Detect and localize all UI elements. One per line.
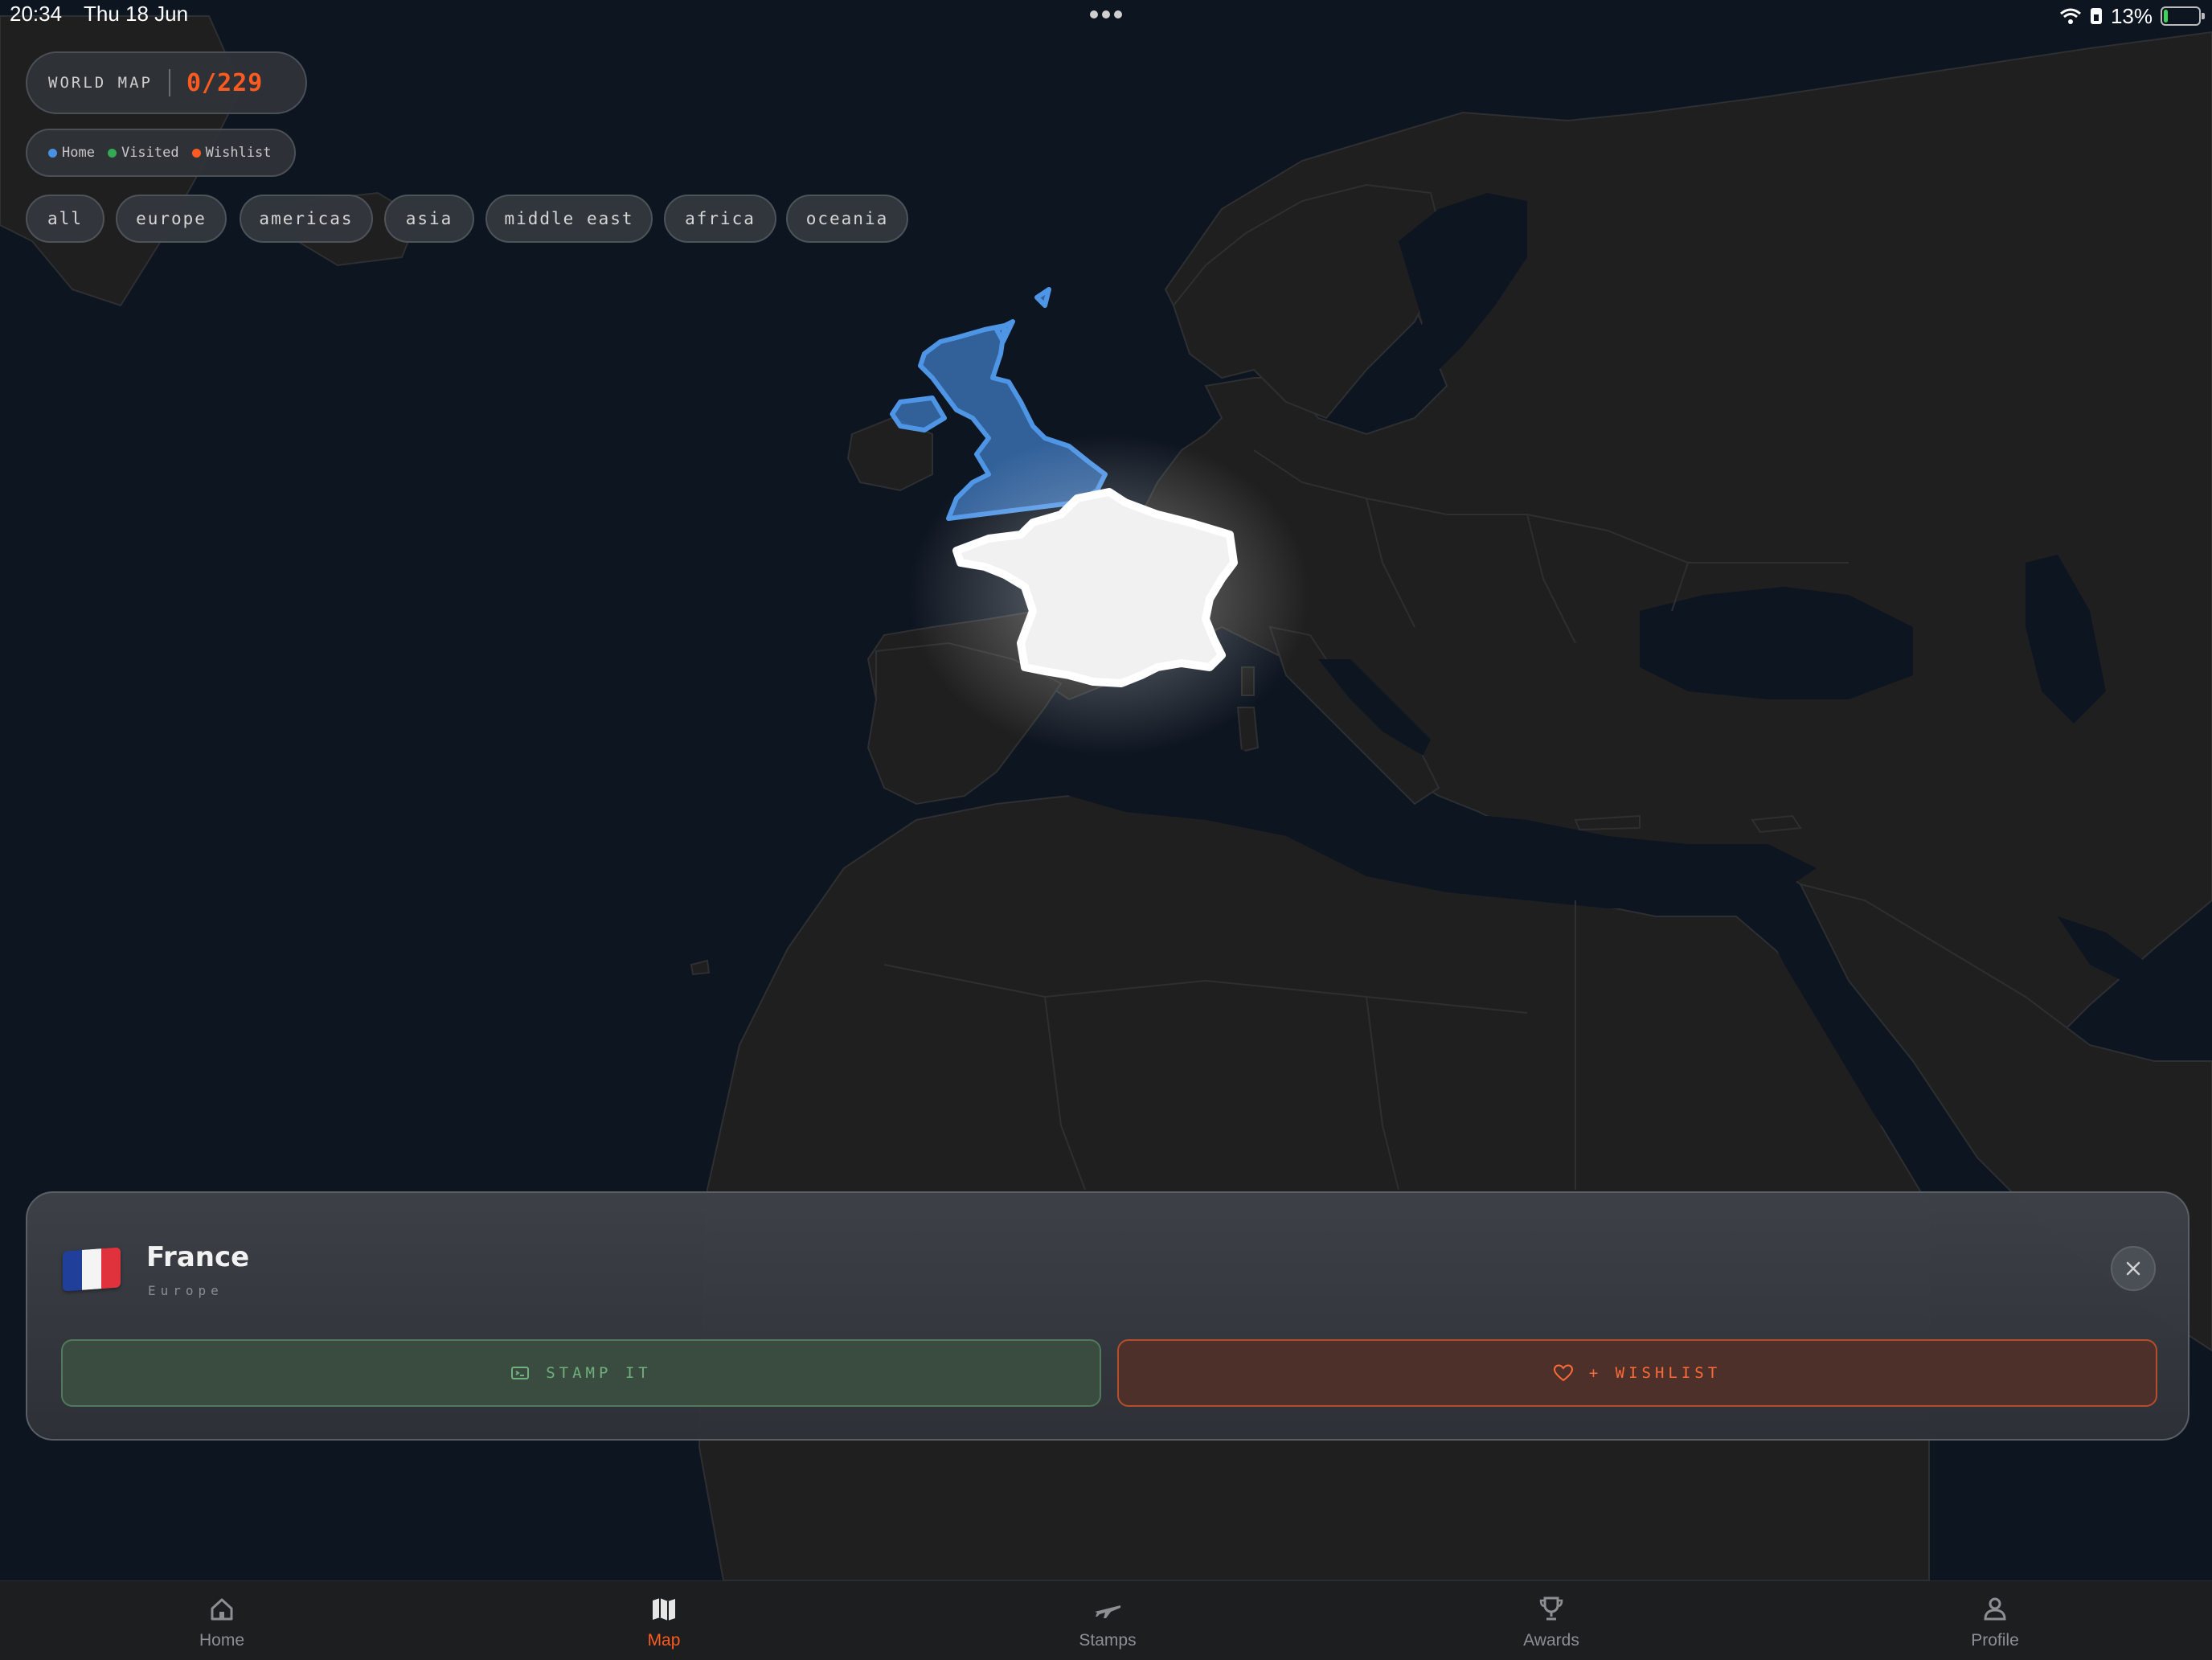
tab-label: Home <box>199 1631 245 1650</box>
person-icon <box>1984 1597 2006 1621</box>
filter-africa[interactable]: africa <box>664 195 776 243</box>
world-map-counter: WORLD MAP 0/229 <box>26 51 307 114</box>
battery-percent: 13% <box>2110 3 2153 28</box>
country-detail-sheet: France Europe STAMP IT + WISHLIST <box>26 1191 2189 1441</box>
tab-awards[interactable]: Awards <box>1471 1581 1632 1660</box>
status-date: Thu 18 Jun <box>84 2 189 26</box>
country-flag-icon <box>63 1247 121 1292</box>
legend-visited: Visited <box>107 145 179 161</box>
visited-count: 0/229 <box>186 68 264 97</box>
tab-home[interactable]: Home <box>141 1581 302 1660</box>
map-icon <box>653 1598 675 1621</box>
status-bar: 20:34 Thu 18 Jun 13% <box>0 0 2212 35</box>
legend-home: Home <box>48 145 95 161</box>
multitasking-dots[interactable] <box>1090 8 1127 19</box>
filter-middle-east[interactable]: middle east <box>485 195 653 243</box>
legend-dot <box>48 148 57 158</box>
filter-europe[interactable]: europe <box>116 195 227 243</box>
tab-bar: Home Map Stamps Awards Profile <box>0 1580 2212 1660</box>
map-legend: Home Visited Wishlist <box>26 129 296 177</box>
legend-dot <box>191 148 201 158</box>
tab-profile[interactable]: Profile <box>1915 1581 2075 1660</box>
wishlist-button[interactable]: + WISHLIST <box>1117 1339 2157 1407</box>
sim-icon <box>2090 8 2102 24</box>
status-indicators: 13% <box>2059 2 2205 31</box>
ticket-icon <box>511 1367 530 1379</box>
battery-icon <box>2161 6 2205 26</box>
close-button[interactable] <box>2111 1246 2156 1291</box>
tab-label: Stamps <box>1079 1631 1137 1650</box>
home-icon <box>211 1598 233 1621</box>
filter-americas[interactable]: americas <box>240 195 373 243</box>
legend-wishlist: Wishlist <box>191 145 272 161</box>
country-name: France <box>146 1241 250 1273</box>
heart-icon <box>1553 1364 1573 1382</box>
close-icon <box>2126 1261 2140 1276</box>
country-region: Europe <box>148 1283 223 1298</box>
trophy-icon <box>1539 1596 1563 1621</box>
filter-asia[interactable]: asia <box>384 195 474 243</box>
tab-label: Awards <box>1523 1631 1579 1650</box>
wifi-icon <box>2059 8 2081 24</box>
stamp-it-button[interactable]: STAMP IT <box>61 1339 1101 1407</box>
stamp-it-label: STAMP IT <box>546 1364 652 1382</box>
tab-label: Profile <box>1971 1631 2019 1650</box>
plane-icon <box>1095 1605 1120 1618</box>
legend-dot <box>107 148 117 158</box>
tab-stamps[interactable]: Stamps <box>1027 1581 1188 1660</box>
tab-label: Map <box>647 1631 681 1650</box>
tab-map[interactable]: Map <box>584 1581 744 1660</box>
divider <box>168 69 170 96</box>
wishlist-label: + WISHLIST <box>1588 1364 1722 1382</box>
filter-oceania[interactable]: oceania <box>786 195 908 243</box>
world-map-title: WORLD MAP <box>48 74 153 92</box>
status-time: 20:34 <box>10 2 63 26</box>
filter-all[interactable]: all <box>26 195 104 243</box>
